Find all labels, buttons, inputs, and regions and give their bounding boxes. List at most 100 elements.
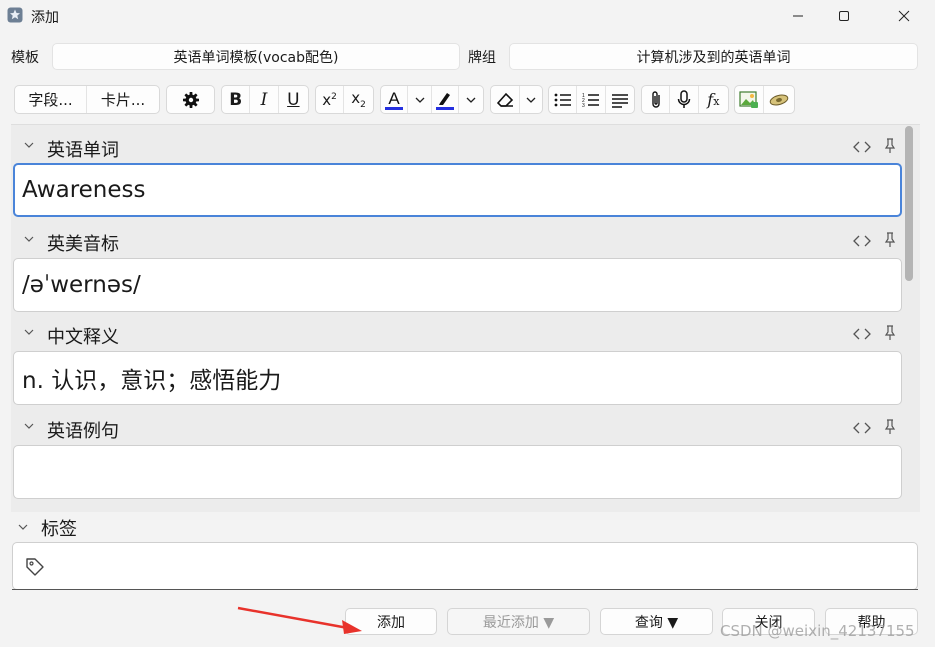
field-value: /əˈwernəs/ [22, 272, 141, 298]
bullet-list-button[interactable] [549, 86, 578, 113]
deck-selector[interactable]: 计算机涉及到的英语单词 [509, 43, 918, 70]
deck-value: 计算机涉及到的英语单词 [636, 49, 791, 66]
field-input-phonetic[interactable]: /əˈwernəs/ [13, 258, 902, 312]
pin-icon[interactable] [884, 325, 896, 341]
align-button[interactable] [606, 86, 634, 113]
close-button[interactable] [881, 0, 927, 32]
browse-button[interactable]: 查询 ▼ [600, 608, 713, 635]
italic-icon: I [260, 89, 268, 110]
chevron-down-icon [526, 97, 536, 103]
field-header: 英语单词 [11, 133, 906, 161]
minimize-button[interactable] [775, 0, 821, 32]
addon-group [734, 85, 795, 114]
highlight-button[interactable] [432, 86, 460, 113]
formula-icon: fx [707, 90, 720, 109]
html-editor-icon[interactable] [853, 140, 871, 154]
html-editor-icon[interactable] [853, 327, 871, 341]
numbered-list-icon: 123 [582, 93, 600, 108]
clear-format-button[interactable] [491, 86, 520, 113]
text-color-icon: A [385, 89, 404, 110]
fields-button[interactable]: 字段... [15, 86, 87, 113]
underline-icon: U [287, 89, 300, 110]
field-header: 中文释义 [11, 320, 906, 348]
maximize-button[interactable] [821, 0, 867, 32]
anki-app-icon [7, 7, 23, 23]
chevron-down-icon[interactable] [23, 139, 35, 151]
field-label: 英语例句 [47, 421, 119, 442]
html-editor-icon[interactable] [853, 421, 871, 435]
microphone-icon [677, 89, 691, 108]
note-type-label: 模板 [11, 50, 39, 66]
italic-button[interactable]: I [250, 86, 279, 113]
underline-button[interactable]: U [279, 86, 308, 113]
text-color-dropdown[interactable] [408, 86, 433, 113]
color-group: A [380, 85, 484, 114]
tags-header: 标签 [11, 514, 920, 540]
field-label: 中文释义 [47, 327, 119, 348]
gear-icon [182, 91, 199, 108]
svg-text:3: 3 [582, 103, 585, 108]
pin-icon[interactable] [884, 232, 896, 248]
chevron-down-icon[interactable] [17, 521, 29, 533]
cards-button[interactable]: 卡片... [87, 86, 159, 113]
field-value: Awareness [22, 177, 146, 203]
pin-icon[interactable] [884, 419, 896, 435]
attachment-icon [651, 90, 660, 108]
maximize-icon [839, 11, 849, 21]
close-icon [898, 10, 910, 22]
field-input-chinese-meaning[interactable]: n. 认识，意识；感悟能力 [13, 351, 902, 405]
divider [12, 589, 918, 590]
chevron-down-icon [466, 97, 476, 103]
editor-scrollbar[interactable] [903, 124, 917, 512]
subscript-button[interactable]: x2 [344, 86, 373, 113]
options-group [166, 85, 215, 114]
eye-button[interactable] [764, 86, 794, 113]
bullet-list-icon [554, 93, 571, 106]
pin-icon[interactable] [884, 138, 896, 154]
field-header: 英美音标 [11, 227, 906, 255]
clear-format-dropdown[interactable] [520, 86, 542, 113]
text-color-button[interactable]: A [381, 86, 409, 113]
media-group: fx [641, 85, 729, 114]
tags-label: 标签 [41, 519, 77, 540]
chevron-down-icon[interactable] [23, 233, 35, 245]
scrollbar-thumb[interactable] [905, 126, 913, 281]
tag-editor[interactable] [12, 542, 918, 590]
tag-icon [26, 558, 44, 576]
field-label: 英语单词 [47, 140, 119, 161]
superscript-icon: x2 [322, 90, 337, 109]
field-input-example-sentence[interactable] [13, 445, 902, 499]
eraser-group [490, 85, 543, 114]
note-type-selector[interactable]: 英语单词模板(vocab配色) [52, 43, 460, 70]
subscript-icon: x2 [351, 89, 366, 110]
eye-icon [769, 94, 789, 105]
svg-text:A: A [389, 89, 401, 108]
field-header: 英语例句 [11, 414, 906, 442]
bold-button[interactable]: B [222, 86, 251, 113]
record-audio-button[interactable] [670, 86, 699, 113]
bold-icon: B [229, 89, 243, 110]
chevron-down-icon [415, 97, 425, 103]
superscript-button[interactable]: x2 [316, 86, 345, 113]
chevron-down-icon[interactable] [23, 326, 35, 338]
field-value: n. 认识，意识；感悟能力 [22, 368, 282, 394]
field-input-english-word[interactable]: Awareness [13, 163, 902, 217]
html-editor-icon[interactable] [853, 234, 871, 248]
deck-label: 牌组 [468, 50, 496, 66]
annotation-arrow [237, 606, 362, 634]
watermark: CSDN @weixin_42137155 [720, 622, 915, 640]
mathjax-button[interactable]: fx [699, 86, 728, 113]
window-title: 添加 [31, 10, 59, 26]
script-group: x2 x2 [315, 85, 374, 114]
chevron-down-icon[interactable] [23, 420, 35, 432]
options-button[interactable] [167, 86, 214, 113]
highlight-dropdown[interactable] [459, 86, 483, 113]
text-style-group: B I U [221, 85, 309, 114]
list-group: 123 [548, 85, 635, 114]
attach-button[interactable] [642, 86, 671, 113]
title-bar: 添加 [0, 0, 935, 32]
numbered-list-button[interactable]: 123 [577, 86, 606, 113]
history-button[interactable]: 最近添加 ▼ [447, 608, 590, 635]
align-icon [611, 93, 628, 108]
image-occlusion-button[interactable] [735, 86, 765, 113]
